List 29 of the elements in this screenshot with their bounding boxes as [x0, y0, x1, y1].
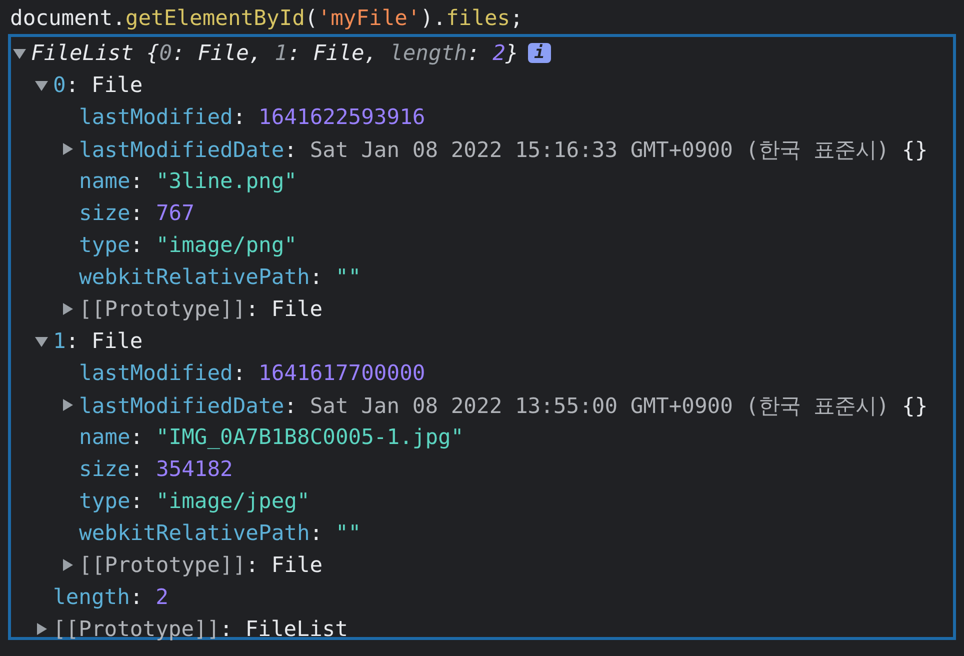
expand-triangle-icon[interactable] — [61, 399, 74, 411]
code-text: webkitRelativePath: "" — [79, 264, 362, 290]
expand-triangle-icon[interactable] — [35, 623, 48, 635]
code-text: [[Prototype]]: File — [79, 296, 323, 322]
code-text: name: "IMG_0A7B1B8C0005-1.jpg" — [79, 424, 464, 450]
code-text: document.getElementById('myFile').files; — [10, 6, 523, 30]
code-text: 0: File — [53, 72, 143, 98]
expand-triangle-icon[interactable] — [61, 303, 74, 315]
code-text: [[Prototype]]: File — [79, 552, 323, 578]
expand-triangle-icon[interactable] — [61, 559, 74, 571]
code-text: length: 2 — [53, 584, 168, 610]
code-text: webkitRelativePath: "" — [79, 520, 362, 546]
code-text: [[Prototype]]: FileList — [53, 616, 348, 642]
code-text: FileList {0: File, 1: File, length: 2} — [31, 40, 518, 66]
code-text: size: 767 — [79, 200, 194, 226]
code-text: type: "image/png" — [79, 232, 297, 258]
code-text: size: 354182 — [79, 456, 233, 482]
collapse-triangle-icon[interactable] — [35, 335, 48, 347]
info-badge[interactable]: i — [528, 43, 551, 63]
collapse-triangle-icon[interactable] — [13, 47, 26, 59]
code-text: lastModified: 1641622593916 — [79, 104, 426, 130]
expand-triangle-icon[interactable] — [61, 143, 74, 155]
code-text: lastModifiedDate: Sat Jan 08 2022 13:55:00 GMT+0900 (한국 표준시) {} — [79, 392, 928, 420]
code-text: lastModifiedDate: Sat Jan 08 2022 15:16:33 GMT+0900 (한국 표준시) {} — [79, 136, 928, 164]
code-text: lastModified: 1641617700000 — [79, 360, 426, 386]
code-text: 1: File — [53, 328, 143, 354]
code-text: name: "3line.png" — [79, 168, 297, 194]
code-text: type: "image/jpeg" — [79, 488, 310, 514]
collapse-triangle-icon[interactable] — [35, 79, 48, 91]
